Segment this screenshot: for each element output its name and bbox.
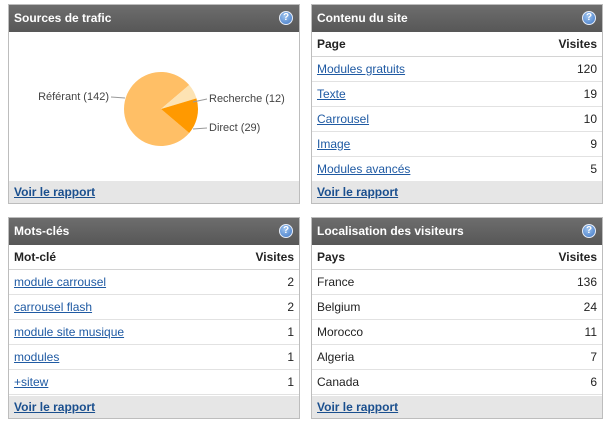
visitor-location-header: Localisation des visiteurs ? <box>312 218 602 245</box>
visitor-location-table: Pays Visites France 136 Belgium 24 Morocco… <box>312 245 602 395</box>
table-row: Morocco 11 <box>312 319 602 345</box>
keyword-link[interactable]: module carrousel <box>14 275 106 289</box>
keyword-link[interactable]: module site musique <box>14 325 124 339</box>
keyword-link[interactable]: modules <box>14 350 59 364</box>
country-name: Belgium <box>312 294 468 320</box>
visit-count: 136 <box>467 269 602 295</box>
visit-count: 2 <box>215 294 299 320</box>
keywords-title: Mots-clés <box>14 224 70 238</box>
page-link[interactable]: Texte <box>317 87 346 101</box>
visit-count: 5 <box>509 156 602 182</box>
visit-count: 7 <box>467 344 602 370</box>
column-header-visits: Visites <box>467 245 602 270</box>
geo-report-footer: Voir le rapport <box>312 396 602 418</box>
keywords-report-footer: Voir le rapport <box>9 396 299 418</box>
page-link[interactable]: Modules gratuits <box>317 62 405 76</box>
table-row: Modules gratuits 120 <box>312 56 602 82</box>
keywords-panel: Mots-clés ? Mot-clé Visites module carro… <box>8 217 300 419</box>
country-name: Canada <box>312 369 468 395</box>
visitor-location-title: Localisation des visiteurs <box>317 224 464 238</box>
column-header-page: Page <box>312 32 510 57</box>
view-report-link[interactable]: Voir le rapport <box>317 400 398 414</box>
keyword-link[interactable]: +sitew <box>14 375 48 389</box>
traffic-sources-panel: Sources de trafic ? Référant (142) Recher… <box>8 4 300 204</box>
site-content-table: Page Visites Modules gratuits 120 Texte 19… <box>312 32 602 182</box>
visit-count: 24 <box>467 294 602 320</box>
country-name: France <box>312 269 468 295</box>
visitor-location-panel: Localisation des visiteurs ? Pays Visite… <box>311 217 603 419</box>
visit-count: 19 <box>509 81 602 107</box>
page-link[interactable]: Carrousel <box>317 112 369 126</box>
table-row: Belgium 24 <box>312 294 602 320</box>
keywords-table: Mot-clé Visites module carrousel 2 carrou… <box>9 245 299 395</box>
table-row: module carrousel 2 <box>9 269 299 295</box>
table-row: carrousel flash 2 <box>9 294 299 320</box>
visit-count: 1 <box>215 369 299 395</box>
column-header-country: Pays <box>312 245 468 270</box>
keywords-header: Mots-clés ? <box>9 218 299 245</box>
keyword-link[interactable]: carrousel flash <box>14 300 92 314</box>
site-content-header: Contenu du site ? <box>312 5 602 32</box>
slice-label: Direct (29) <box>209 122 260 134</box>
visit-count: 11 <box>467 319 602 345</box>
table-row: France 136 <box>312 269 602 295</box>
table-row: Image 9 <box>312 131 602 157</box>
slice-connector <box>192 127 208 130</box>
country-name: Morocco <box>312 319 468 345</box>
view-report-link[interactable]: Voir le rapport <box>14 400 95 414</box>
traffic-report-footer: Voir le rapport <box>9 181 299 203</box>
help-icon[interactable]: ? <box>582 224 596 238</box>
country-name: Algeria <box>312 344 468 370</box>
slice-connector <box>110 96 126 99</box>
table-row: Algeria 7 <box>312 344 602 370</box>
traffic-pie-chart: Référant (142) Recherche (12) Direct (29) <box>38 72 285 146</box>
help-icon[interactable]: ? <box>279 11 293 25</box>
table-row: Canada 6 <box>312 369 602 395</box>
visit-count: 2 <box>215 269 299 295</box>
table-row: module site musique 1 <box>9 319 299 345</box>
traffic-sources-header: Sources de trafic ? <box>9 5 299 32</box>
page-link[interactable]: Image <box>317 137 350 151</box>
page-link[interactable]: Modules avancés <box>317 162 410 176</box>
view-report-link[interactable]: Voir le rapport <box>317 185 398 199</box>
help-icon[interactable]: ? <box>279 224 293 238</box>
view-report-link[interactable]: Voir le rapport <box>14 185 95 199</box>
column-header-keyword: Mot-clé <box>9 245 216 270</box>
site-content-panel: Contenu du site ? Page Visites Modules g… <box>311 4 603 204</box>
column-header-visits: Visites <box>215 245 299 270</box>
visit-count: 120 <box>509 56 602 82</box>
site-content-title: Contenu du site <box>317 11 408 25</box>
visit-count: 1 <box>215 319 299 345</box>
visit-count: 9 <box>509 131 602 157</box>
column-header-visits: Visites <box>509 32 602 57</box>
visit-count: 10 <box>509 106 602 132</box>
table-row: Texte 19 <box>312 81 602 107</box>
help-icon[interactable]: ? <box>582 11 596 25</box>
visit-count: 6 <box>467 369 602 395</box>
traffic-sources-title: Sources de trafic <box>14 11 112 25</box>
visit-count: 1 <box>215 344 299 370</box>
table-row: Modules avancés 5 <box>312 156 602 182</box>
table-row: modules 1 <box>9 344 299 370</box>
slice-label: Référant (142) <box>38 91 109 103</box>
table-row: Carrousel 10 <box>312 106 602 132</box>
slice-label: Recherche (12) <box>209 93 285 105</box>
table-row: +sitew 1 <box>9 369 299 395</box>
content-report-footer: Voir le rapport <box>312 181 602 203</box>
